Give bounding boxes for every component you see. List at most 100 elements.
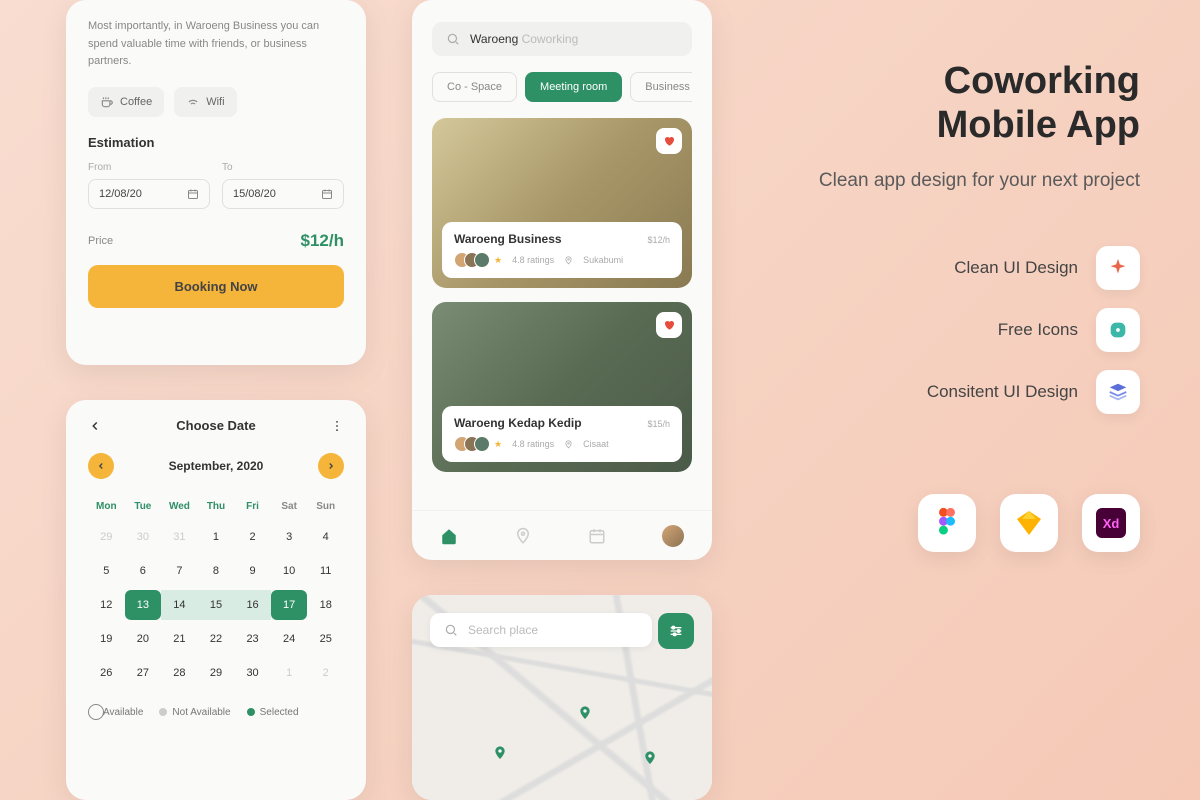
marketing-title: CoworkingMobile App — [780, 60, 1140, 147]
day-cell[interactable]: 21 — [161, 624, 198, 654]
day-cell[interactable]: 5 — [88, 556, 125, 586]
day-cell[interactable]: 29 — [88, 522, 125, 552]
map-screen: Search place — [412, 595, 712, 800]
favorite-button[interactable] — [656, 128, 682, 154]
date-range-row: From 12/08/20 To 15/08/20 — [88, 162, 344, 209]
favorite-button[interactable] — [656, 312, 682, 338]
feature-item: Free Icons — [998, 308, 1140, 352]
day-cell[interactable]: 1 — [198, 522, 235, 552]
legend-selected: Selected — [247, 704, 299, 720]
filter-button[interactable] — [658, 613, 694, 649]
member-avatars — [454, 252, 484, 268]
day-cell[interactable]: 7 — [161, 556, 198, 586]
svg-text:Xd: Xd — [1103, 516, 1120, 531]
day-cell[interactable]: 12 — [88, 590, 125, 620]
pin-icon — [564, 256, 573, 265]
listing-card[interactable]: Waroeng Kedap Kedip $15/h ★4.8 ratings C… — [432, 302, 692, 472]
price-value: $12/h — [301, 231, 344, 251]
feature-item: Consitent UI Design — [927, 370, 1140, 414]
listing-card-info: Waroeng Business $12/h ★4.8 ratings Suka… — [442, 222, 682, 278]
xd-icon: Xd — [1082, 494, 1140, 552]
wifi-tag: Wifi — [174, 87, 236, 117]
day-cell-range[interactable]: 16 — [234, 590, 271, 620]
from-date-input[interactable]: 12/08/20 — [88, 179, 210, 209]
design-tool-icons: Xd — [780, 494, 1140, 552]
day-cell[interactable]: 28 — [161, 658, 198, 688]
star-icon: ★ — [494, 439, 502, 450]
search-icon — [446, 32, 460, 46]
nav-calendar-icon[interactable] — [588, 527, 606, 545]
feature-item: Clean UI Design — [954, 246, 1140, 290]
day-cell-range[interactable]: 14 — [161, 590, 198, 620]
squircle-icon — [1096, 308, 1140, 352]
day-cell[interactable]: 18 — [307, 590, 344, 620]
coffee-icon — [100, 95, 114, 109]
calendar-icon — [321, 188, 333, 200]
day-cell[interactable]: 3 — [271, 522, 308, 552]
calendar-legend: Available Not Available Selected — [88, 704, 344, 720]
day-cell[interactable]: 19 — [88, 624, 125, 654]
day-cell[interactable]: 30 — [125, 522, 162, 552]
day-cell[interactable]: 26 — [88, 658, 125, 688]
month-navigation: September, 2020 — [88, 453, 344, 479]
day-cell[interactable]: 30 — [234, 658, 271, 688]
day-cell-selected[interactable]: 13 — [125, 590, 162, 620]
search-input[interactable]: Waroeng Coworking — [432, 22, 692, 56]
estimation-heading: Estimation — [88, 135, 344, 150]
chevron-left-icon — [96, 461, 106, 471]
star-icon: ★ — [494, 255, 502, 266]
map-pin-icon[interactable] — [492, 745, 508, 761]
nav-profile-avatar[interactable] — [662, 525, 684, 547]
day-cell[interactable]: 11 — [307, 556, 344, 586]
heart-icon — [663, 319, 675, 331]
map-pin-icon[interactable] — [577, 705, 593, 721]
day-cell[interactable]: 9 — [234, 556, 271, 586]
listing-card[interactable]: Waroeng Business $12/h ★4.8 ratings Suka… — [432, 118, 692, 288]
day-cell[interactable]: 24 — [271, 624, 308, 654]
chip-business[interactable]: Business Ro — [630, 72, 692, 102]
day-cell[interactable]: 29 — [198, 658, 235, 688]
day-cell[interactable]: 10 — [271, 556, 308, 586]
prev-month-button[interactable] — [88, 453, 114, 479]
to-label: To — [222, 162, 344, 173]
map-pin-icon[interactable] — [642, 750, 658, 766]
day-cell[interactable]: 27 — [125, 658, 162, 688]
chip-meeting-room[interactable]: Meeting room — [525, 72, 622, 102]
month-label: September, 2020 — [169, 459, 264, 473]
day-cell[interactable]: 2 — [234, 522, 271, 552]
bottom-navbar — [412, 510, 712, 560]
legend-not-available: Not Available — [159, 704, 230, 720]
feature-list: Clean UI Design Free Icons Consitent UI … — [780, 246, 1140, 414]
day-cell[interactable]: 22 — [198, 624, 235, 654]
nav-home-icon[interactable] — [440, 527, 458, 545]
day-cell[interactable]: 25 — [307, 624, 344, 654]
coffee-tag: Coffee — [88, 87, 164, 117]
marketing-subtitle: Clean app design for your next project — [780, 167, 1140, 196]
day-cell-selected[interactable]: 17 — [271, 590, 308, 620]
date-picker-screen: Choose Date September, 2020 Mon Tue Wed … — [66, 400, 366, 800]
next-month-button[interactable] — [318, 453, 344, 479]
nav-location-icon[interactable] — [514, 527, 532, 545]
map-search-input[interactable]: Search place — [430, 613, 652, 647]
home-screen: Waroeng Coworking Co - Space Meeting roo… — [412, 0, 712, 560]
day-cell[interactable]: 6 — [125, 556, 162, 586]
legend-available: Available — [88, 704, 143, 720]
booking-now-button[interactable]: Booking Now — [88, 265, 344, 308]
day-cell[interactable]: 2 — [307, 658, 344, 688]
back-icon[interactable] — [88, 419, 102, 433]
day-cell[interactable]: 20 — [125, 624, 162, 654]
chip-co-space[interactable]: Co - Space — [432, 72, 517, 102]
to-date-input[interactable]: 15/08/20 — [222, 179, 344, 209]
day-cell-range[interactable]: 15 — [198, 590, 235, 620]
more-icon[interactable] — [330, 419, 344, 433]
sliders-icon — [668, 623, 684, 639]
day-cell[interactable]: 4 — [307, 522, 344, 552]
calendar-icon — [187, 188, 199, 200]
day-cell[interactable]: 31 — [161, 522, 198, 552]
day-cell[interactable]: 23 — [234, 624, 271, 654]
listing-description: Most importantly, in Waroeng Business yo… — [88, 18, 344, 71]
day-cell[interactable]: 1 — [271, 658, 308, 688]
day-cell[interactable]: 8 — [198, 556, 235, 586]
amenity-tags: Coffee Wifi — [88, 87, 344, 117]
chevron-right-icon — [326, 461, 336, 471]
